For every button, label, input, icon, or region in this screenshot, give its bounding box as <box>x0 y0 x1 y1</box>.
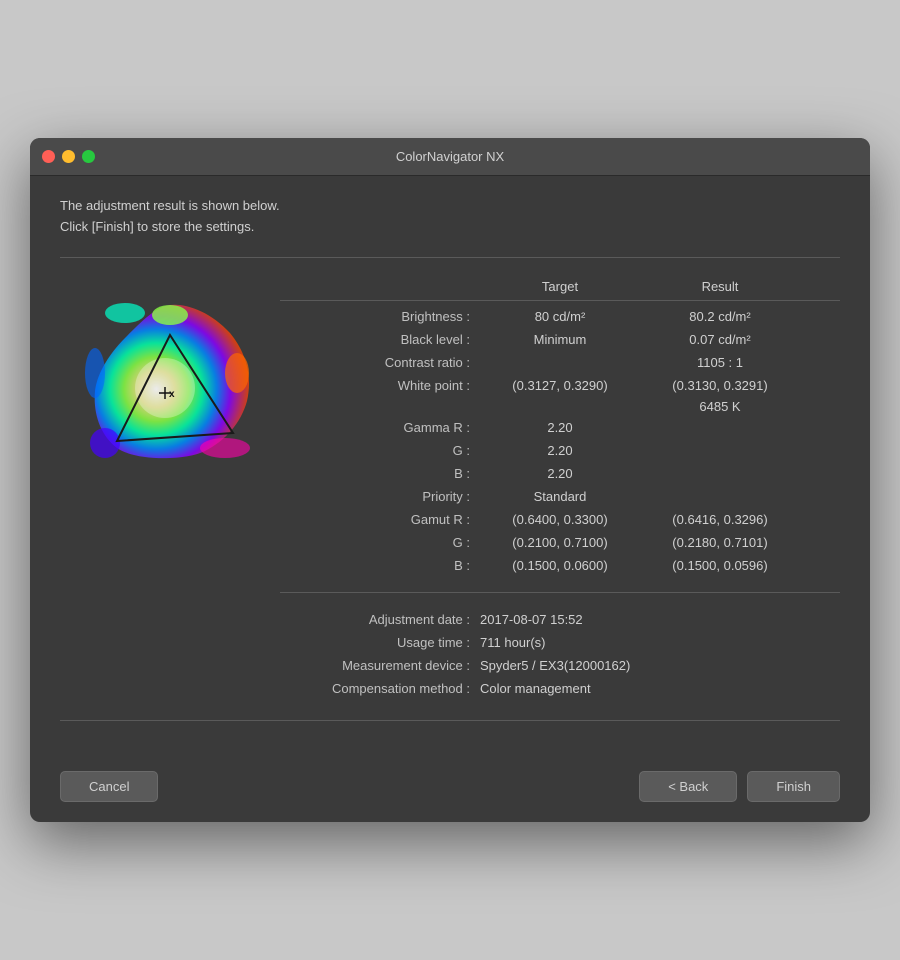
close-button[interactable] <box>42 150 55 163</box>
usage-time-label: Usage time : <box>280 635 480 650</box>
gamma-r-label: Gamma R : <box>280 420 480 435</box>
measurement-label: Measurement device : <box>280 658 480 673</box>
row-brightness: Brightness : 80 cd/m² 80.2 cd/m² <box>280 305 840 328</box>
gamut-b-label: B : <box>280 558 480 573</box>
app-window: ColorNavigator NX The adjustment result … <box>30 138 870 823</box>
row-gamma-g: G : 2.20 <box>280 439 840 462</box>
row-gamma-r: Gamma R : 2.20 <box>280 416 840 439</box>
brightness-target: 80 cd/m² <box>480 309 640 324</box>
col-result-header: Result <box>640 279 800 294</box>
gamut-diagram-area: x <box>60 273 280 483</box>
row-gamut-g: G : (0.2100, 0.7100) (0.2180, 0.7101) <box>280 531 840 554</box>
row-gamut-b: B : (0.1500, 0.0600) (0.1500, 0.0596) <box>280 554 840 577</box>
main-table-area: x Target Result Brightness : 80 cd/m² 80… <box>60 273 840 700</box>
adj-date-value: 2017-08-07 15:52 <box>480 612 840 627</box>
row-white-point: White point : (0.3127, 0.3290) (0.3130, … <box>280 374 840 397</box>
bottom-section: Adjustment date : 2017-08-07 15:52 Usage… <box>280 608 840 700</box>
black-level-label: Black level : <box>280 332 480 347</box>
gamut-r-label: Gamut R : <box>280 512 480 527</box>
kelvin-result: 6485 K <box>640 399 800 414</box>
gamut-r-result: (0.6416, 0.3296) <box>640 512 800 527</box>
brightness-result: 80.2 cd/m² <box>640 309 800 324</box>
titlebar: ColorNavigator NX <box>30 138 870 176</box>
row-measurement: Measurement device : Spyder5 / EX3(12000… <box>280 654 840 677</box>
maximize-button[interactable] <box>82 150 95 163</box>
measurement-value: Spyder5 / EX3(12000162) <box>480 658 840 673</box>
svg-text:x: x <box>169 389 175 400</box>
intro-text: The adjustment result is shown below. Cl… <box>60 196 840 238</box>
col-label-header <box>280 279 480 294</box>
adj-date-label: Adjustment date : <box>280 612 480 627</box>
priority-label: Priority : <box>280 489 480 504</box>
gamma-b-label: B : <box>280 466 480 481</box>
gamut-g-label: G : <box>280 535 480 550</box>
row-usage-time: Usage time : 711 hour(s) <box>280 631 840 654</box>
gamut-diagram: x <box>75 293 265 483</box>
contrast-result: 1105 : 1 <box>640 355 800 370</box>
row-contrast: Contrast ratio : 1105 : 1 <box>280 351 840 374</box>
row-gamma-b: B : 2.20 <box>280 462 840 485</box>
gamma-g-label: G : <box>280 443 480 458</box>
black-level-result: 0.07 cd/m² <box>640 332 800 347</box>
compensation-value: Color management <box>480 681 840 696</box>
main-content: The adjustment result is shown below. Cl… <box>30 176 870 757</box>
gamut-r-target: (0.6400, 0.3300) <box>480 512 640 527</box>
intro-line1: The adjustment result is shown below. <box>60 196 840 217</box>
footer: Cancel < Back Finish <box>30 756 870 822</box>
gamma-b-target: 2.20 <box>480 466 640 481</box>
gamma-g-target: 2.20 <box>480 443 640 458</box>
minimize-button[interactable] <box>62 150 75 163</box>
priority-target: Standard <box>480 489 640 504</box>
mid-divider <box>280 592 840 593</box>
contrast-label: Contrast ratio : <box>280 355 480 370</box>
compensation-label: Compensation method : <box>280 681 480 696</box>
gamut-b-result: (0.1500, 0.0596) <box>640 558 800 573</box>
brightness-label: Brightness : <box>280 309 480 324</box>
finish-button[interactable]: Finish <box>747 771 840 802</box>
white-point-result: (0.3130, 0.3291) <box>640 378 800 393</box>
row-compensation: Compensation method : Color management <box>280 677 840 700</box>
row-kelvin: 6485 K <box>280 397 840 416</box>
usage-time-value: 711 hour(s) <box>480 635 840 650</box>
gamma-r-target: 2.20 <box>480 420 640 435</box>
row-priority: Priority : Standard <box>280 485 840 508</box>
cancel-button[interactable]: Cancel <box>60 771 158 802</box>
gamut-g-result: (0.2180, 0.7101) <box>640 535 800 550</box>
col-target-header: Target <box>480 279 640 294</box>
row-adj-date: Adjustment date : 2017-08-07 15:52 <box>280 608 840 631</box>
table-header: Target Result <box>280 273 840 301</box>
white-point-target: (0.3127, 0.3290) <box>480 378 640 393</box>
black-level-target: Minimum <box>480 332 640 347</box>
gamut-g-target: (0.2100, 0.7100) <box>480 535 640 550</box>
data-table: Target Result Brightness : 80 cd/m² 80.2… <box>280 273 840 700</box>
window-title: ColorNavigator NX <box>396 149 504 164</box>
intro-line2: Click [Finish] to store the settings. <box>60 217 840 238</box>
row-black-level: Black level : Minimum 0.07 cd/m² <box>280 328 840 351</box>
bottom-divider <box>60 720 840 721</box>
gamut-b-target: (0.1500, 0.0600) <box>480 558 640 573</box>
traffic-lights <box>42 150 95 163</box>
footer-right-buttons: < Back Finish <box>639 771 840 802</box>
row-gamut-r: Gamut R : (0.6400, 0.3300) (0.6416, 0.32… <box>280 508 840 531</box>
back-button[interactable]: < Back <box>639 771 737 802</box>
top-divider <box>60 257 840 258</box>
white-point-label: White point : <box>280 378 480 393</box>
